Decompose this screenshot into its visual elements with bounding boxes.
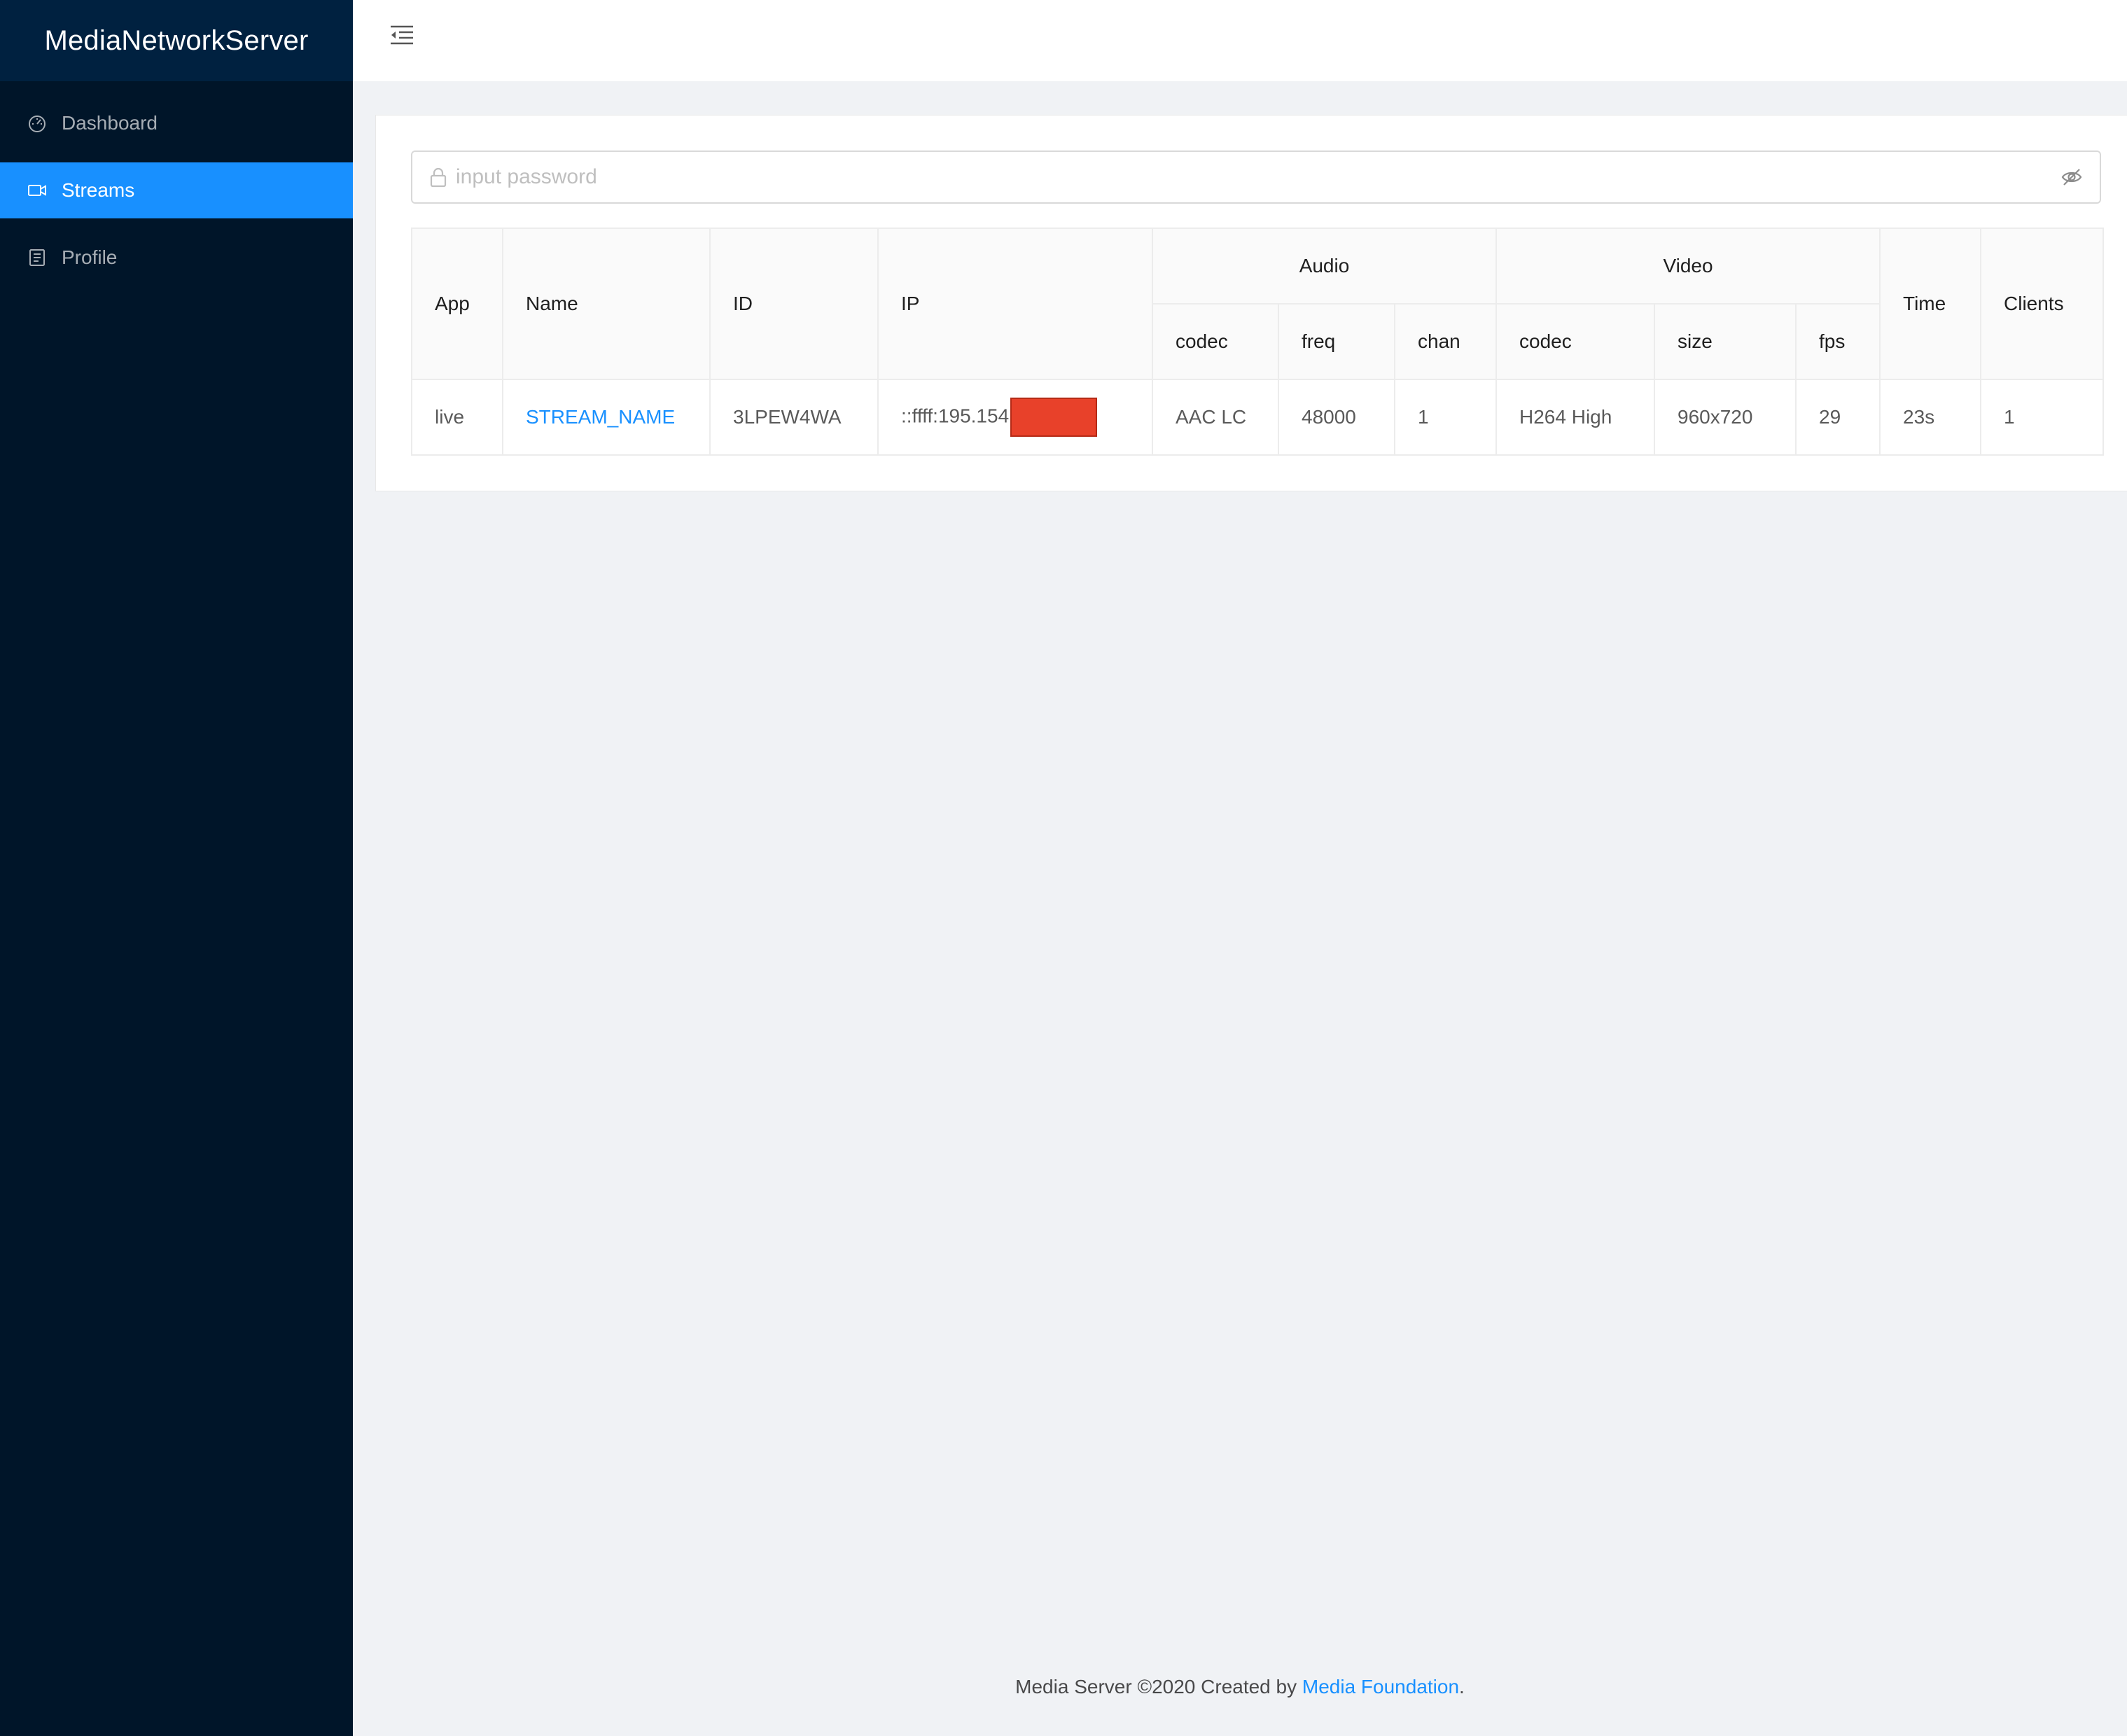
sidebar-item-profile[interactable]: Profile	[0, 230, 353, 286]
cell-clients: 1	[1980, 379, 2104, 456]
cell-audio-freq: 48000	[1278, 379, 1395, 456]
column-header-app[interactable]: App	[411, 227, 503, 380]
cell-time: 23s	[1879, 379, 1981, 456]
footer-end: .	[1459, 1676, 1465, 1698]
cell-name: STREAM_NAME	[502, 379, 711, 456]
lock-icon	[429, 167, 447, 188]
profile-icon	[27, 247, 48, 268]
menu-fold-button[interactable]	[386, 20, 417, 50]
redaction-box	[1010, 398, 1098, 437]
brand-title: MediaNetworkServer	[0, 0, 353, 81]
column-header-video-fps[interactable]: fps	[1795, 303, 1881, 380]
sidebar-item-label: Dashboard	[62, 112, 158, 134]
column-header-audio-freq[interactable]: freq	[1278, 303, 1395, 380]
streams-card: App Name ID IP Audio Video Time Clients …	[375, 115, 2127, 491]
video-camera-icon	[27, 180, 48, 201]
cell-video-size: 960x720	[1654, 379, 1797, 456]
column-header-time[interactable]: Time	[1879, 227, 1981, 380]
cell-audio-chan: 1	[1394, 379, 1497, 456]
ip-text: ::ffff:195.154	[901, 405, 1010, 427]
sidebar-item-streams[interactable]: Streams	[0, 162, 353, 218]
column-header-id[interactable]: ID	[709, 227, 879, 380]
column-header-audio-chan[interactable]: chan	[1394, 303, 1497, 380]
top-header	[353, 0, 2127, 81]
column-header-video-codec[interactable]: codec	[1495, 303, 1655, 380]
cell-app: live	[411, 379, 503, 456]
sidebar-menu: Dashboard Streams Profile	[0, 95, 353, 286]
column-header-ip[interactable]: IP	[877, 227, 1153, 380]
column-header-video-size[interactable]: size	[1654, 303, 1797, 380]
stream-name-link[interactable]: STREAM_NAME	[526, 406, 675, 428]
footer-link[interactable]: Media Foundation	[1302, 1676, 1459, 1698]
cell-video-codec: H264 High	[1495, 379, 1655, 456]
cell-audio-codec: AAC LC	[1152, 379, 1279, 456]
cell-id: 3LPEW4WA	[709, 379, 879, 456]
dashboard-icon	[27, 113, 48, 134]
sidebar-item-label: Streams	[62, 179, 135, 201]
column-group-video: Video	[1495, 227, 1881, 304]
table-row: live STREAM_NAME 3LPEW4WA ::ffff:195.154…	[411, 379, 2104, 456]
column-header-clients[interactable]: Clients	[1980, 227, 2104, 380]
password-input[interactable]	[454, 155, 2060, 199]
cell-ip: ::ffff:195.154	[877, 379, 1153, 456]
eye-invisible-icon[interactable]	[2060, 166, 2083, 188]
cell-video-fps: 29	[1795, 379, 1881, 456]
sidebar: MediaNetworkServer Dashboard Streams Pro…	[0, 0, 353, 1736]
password-field[interactable]	[411, 150, 2101, 204]
column-group-audio: Audio	[1152, 227, 1497, 304]
footer-text: Media Server ©2020 Created by	[1015, 1676, 1302, 1698]
footer: Media Server ©2020 Created by Media Foun…	[353, 1666, 2127, 1708]
column-header-audio-codec[interactable]: codec	[1152, 303, 1279, 380]
streams-table: App Name ID IP Audio Video Time Clients …	[411, 227, 2104, 456]
sidebar-item-label: Profile	[62, 246, 118, 268]
menu-fold-icon	[389, 24, 414, 46]
column-header-name[interactable]: Name	[502, 227, 711, 380]
sidebar-item-dashboard[interactable]: Dashboard	[0, 95, 353, 151]
